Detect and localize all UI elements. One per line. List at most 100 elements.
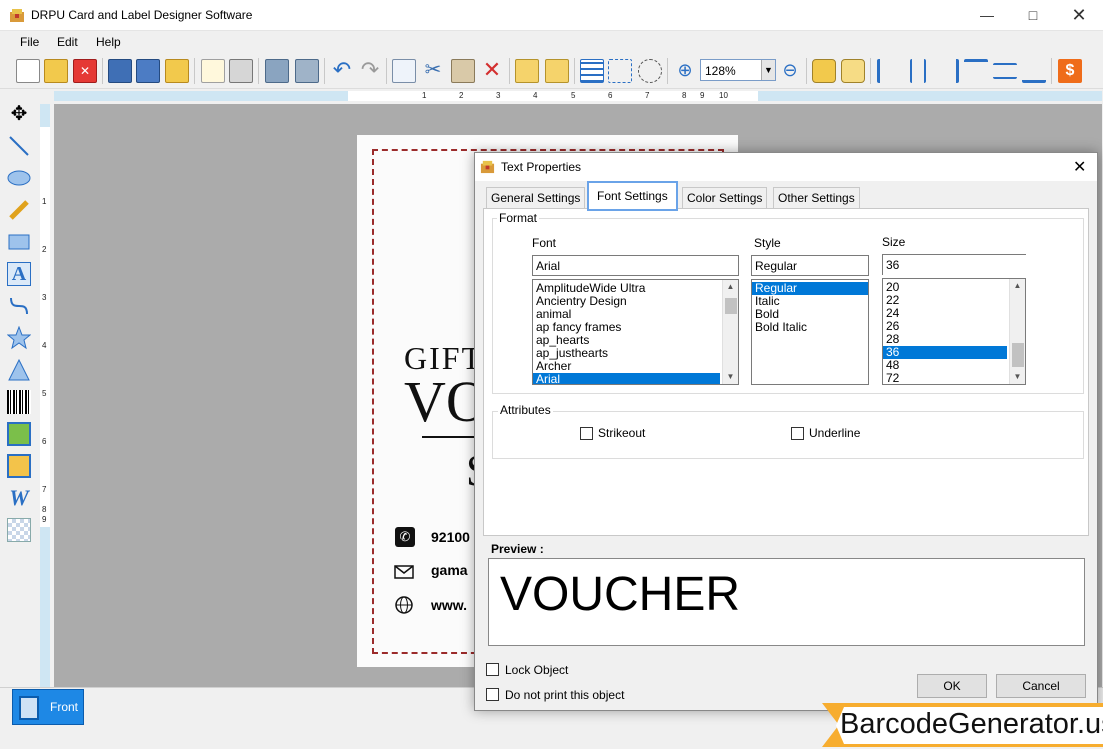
zoom-settings-icon[interactable] [638,59,662,83]
star-tool-icon[interactable] [7,326,31,350]
tab-other-settings[interactable]: Other Settings [773,187,860,208]
font-input[interactable]: Arial [532,255,739,276]
triangle-tool-icon[interactable] [7,358,31,382]
tab-color-settings[interactable]: Color Settings [682,187,768,208]
size-list[interactable]: 20 22 24 26 28 36 48 72 ▲ ▼ [882,278,1026,385]
lock-icon[interactable] [812,59,836,83]
toolbar-separator [667,58,668,84]
menu-file[interactable]: File [20,35,39,49]
rectangle-tool-icon[interactable] [7,230,31,254]
align-right-icon[interactable] [935,59,959,83]
size-list-scrollbar[interactable]: ▲ ▼ [1009,279,1025,384]
card-email[interactable]: gama [431,562,468,578]
lock-object-checkbox[interactable] [486,663,499,676]
zoom-select[interactable]: 128% ▼ [700,59,776,81]
list-item[interactable]: 22 [883,294,1025,307]
fit-to-window-icon[interactable] [608,59,632,83]
strikeout-checkbox[interactable] [580,427,593,440]
edit-document-icon[interactable] [201,59,225,83]
cancel-button[interactable]: Cancel [996,674,1086,698]
line-tool-icon[interactable] [7,134,31,158]
list-item[interactable]: 72 [883,372,1025,385]
list-item-selected[interactable]: Arial [533,373,720,384]
export-icon[interactable] [165,59,189,83]
save-as-icon[interactable] [136,59,160,83]
underline-checkbox[interactable] [791,427,804,440]
cut-icon[interactable]: ✂ [421,59,445,83]
align-left-icon[interactable] [877,59,901,83]
database-import-icon[interactable] [265,59,289,83]
style-input[interactable]: Regular [751,255,869,276]
font-list[interactable]: AmplitudeWide Ultra Ancientry Design ani… [532,279,739,385]
menu-help[interactable]: Help [96,35,121,49]
card-website[interactable]: www. [431,597,467,613]
close-icon[interactable]: ✕ [1073,157,1086,177]
list-item[interactable]: 48 [883,359,1025,372]
list-item[interactable]: Bold Italic [752,321,868,334]
maximize-button[interactable]: □ [1010,0,1056,30]
image-tool-icon[interactable] [7,422,31,446]
list-item-selected[interactable]: 36 [883,346,1007,359]
menu-edit[interactable]: Edit [57,35,78,49]
card-phone[interactable]: 92100 [431,529,470,545]
ruler-tick: 1 [42,197,47,206]
chevron-down-icon[interactable]: ▼ [723,370,738,384]
list-item[interactable]: 24 [883,307,1025,320]
list-item[interactable]: 26 [883,320,1025,333]
tab-font-settings[interactable]: Font Settings [587,181,678,211]
tab-general-settings[interactable]: General Settings [486,187,586,208]
chevron-up-icon[interactable]: ▲ [723,280,738,294]
zoom-out-icon[interactable]: ⊖ [778,59,802,83]
list-item[interactable]: Archer [533,360,738,373]
list-item[interactable]: 28 [883,333,1025,346]
grid-icon[interactable] [580,59,604,83]
style-list[interactable]: Regular Italic Bold Bold Italic [751,279,869,385]
format-group-label: Format [497,211,540,225]
align-bottom-icon[interactable] [1022,59,1046,83]
list-item[interactable]: 20 [883,281,1025,294]
paste-icon[interactable] [451,59,475,83]
preview-box: VOUCHER [488,558,1085,646]
preview-text: VOUCHER [500,568,741,621]
database-icon[interactable] [295,59,319,83]
watermark-tool-icon[interactable] [7,518,31,542]
chevron-down-icon[interactable]: ▼ [1010,370,1025,384]
minimize-button[interactable]: — [964,0,1010,30]
open-folder-icon[interactable] [44,59,68,83]
do-not-print-checkbox[interactable] [486,688,499,701]
font-list-scrollbar[interactable]: ▲ ▼ [722,280,738,384]
redo-icon[interactable]: ↷ [358,59,382,83]
page-tab-front[interactable]: Front [12,689,84,725]
unlock-icon[interactable] [841,59,865,83]
chevron-down-icon[interactable]: ▼ [761,60,775,80]
scroll-thumb[interactable] [1012,343,1024,367]
align-center-icon[interactable] [910,59,926,83]
pencil-tool-icon[interactable] [7,198,31,222]
close-window-button[interactable]: ✕ [1056,0,1102,30]
chevron-up-icon[interactable]: ▲ [1010,279,1025,293]
word-art-icon[interactable]: W [7,486,31,510]
align-middle-icon[interactable] [993,63,1017,79]
curve-tool-icon[interactable] [7,294,31,318]
ok-button[interactable]: OK [917,674,987,698]
bring-forward-icon[interactable] [515,59,539,83]
new-file-icon[interactable] [16,59,40,83]
send-backward-icon[interactable] [545,59,569,83]
buy-icon[interactable]: $ [1058,59,1082,83]
close-file-icon[interactable]: ✕ [73,59,97,83]
image-library-icon[interactable] [7,454,31,478]
align-top-icon[interactable] [964,59,988,83]
size-input[interactable]: 36 [882,254,1026,275]
delete-icon[interactable]: ✕ [480,59,504,83]
attributes-group-label: Attributes [498,403,553,417]
copy-icon[interactable] [392,59,416,83]
save-icon[interactable] [108,59,132,83]
undo-icon[interactable]: ↶ [330,59,354,83]
text-tool-icon[interactable]: A [7,262,31,286]
ellipse-tool-icon[interactable] [7,166,31,190]
print-icon[interactable] [229,59,253,83]
scroll-thumb[interactable] [725,298,737,314]
select-tool-icon[interactable]: ✥ [7,102,31,126]
barcode-tool-icon[interactable] [7,390,31,414]
zoom-in-icon[interactable]: ⊕ [673,59,697,83]
